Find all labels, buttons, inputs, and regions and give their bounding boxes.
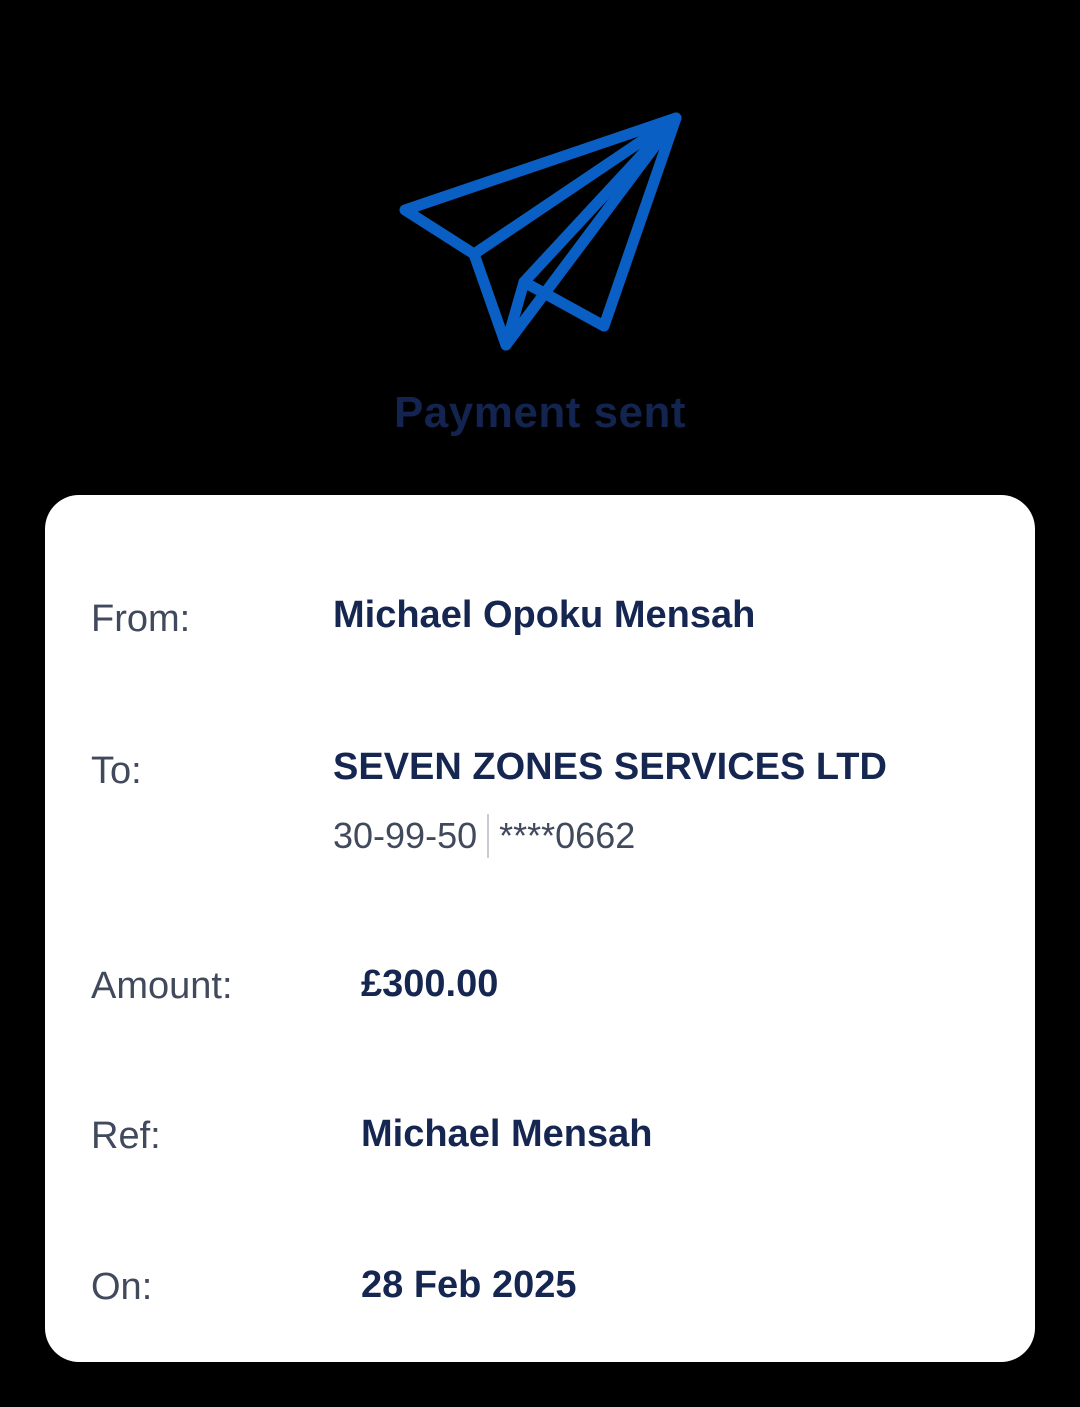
account-details: 30-99-50 ****0662: [333, 814, 635, 858]
amount-value: £300.00: [361, 963, 499, 1005]
amount-label: Amount:: [91, 965, 233, 1007]
ref-label: Ref:: [91, 1115, 161, 1157]
page-title: Payment sent: [393, 388, 687, 437]
payment-confirmation-screen: Payment sent From: Michael Opoku Mensah …: [0, 0, 1080, 1407]
date-value: 28 Feb 2025: [361, 1264, 577, 1306]
date-label: On:: [91, 1266, 153, 1308]
paper-plane-icon: [399, 112, 682, 351]
from-value: Michael Opoku Mensah: [333, 594, 756, 636]
to-label: To:: [91, 750, 142, 792]
to-value: SEVEN ZONES SERVICES LTD: [333, 746, 887, 788]
divider: [487, 814, 490, 858]
from-label: From:: [91, 598, 191, 640]
ref-value: Michael Mensah: [361, 1113, 653, 1155]
payment-sent-header: Payment sent: [0, 0, 1080, 470]
account-number: ****0662: [499, 815, 636, 856]
sort-code: 30-99-50: [333, 815, 478, 856]
